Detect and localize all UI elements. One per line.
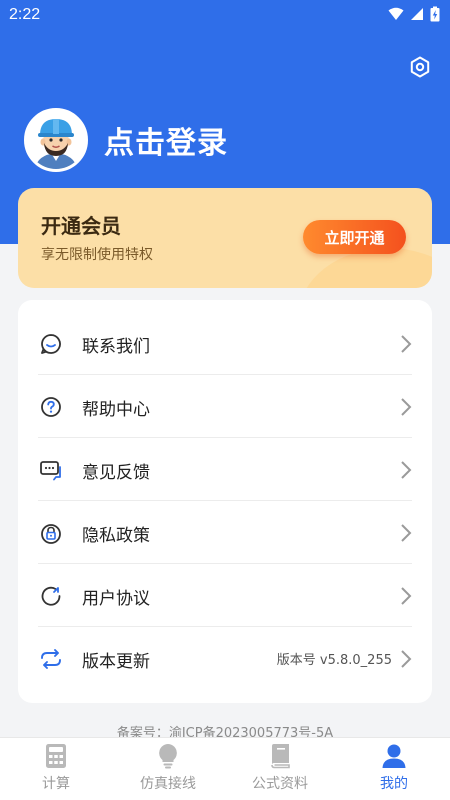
login-label[interactable]: 点击登录 xyxy=(104,118,228,162)
vip-subtitle: 享无限制使用特权 xyxy=(41,247,153,263)
menu-label: 意见反馈 xyxy=(82,463,150,483)
status-bar: 2:22 xyxy=(0,0,450,32)
settings-button[interactable] xyxy=(405,56,435,82)
menu-label: 版本更新 xyxy=(82,652,150,672)
chat-bubble-icon xyxy=(39,332,63,356)
tab-label: 仿真接线 xyxy=(140,776,196,792)
privacy-lock-icon xyxy=(39,521,63,545)
tab-label: 我的 xyxy=(380,776,408,792)
wifi-icon xyxy=(388,7,404,21)
battery-charging-icon xyxy=(430,6,440,22)
feedback-icon xyxy=(39,458,63,482)
menu-item-version-update[interactable]: 版本更新 版本号 v5.8.0_255 xyxy=(18,627,432,690)
user-icon xyxy=(381,743,407,769)
refresh-icon xyxy=(39,647,63,671)
status-icons xyxy=(388,6,440,22)
lightbulb-icon xyxy=(155,743,181,769)
profile-screen: 2:22 点击登录 开通会员 享无限制使用特权 立即开通 联系我们 帮助中心 意… xyxy=(0,0,450,800)
tab-formula-materials[interactable]: 公式资料 xyxy=(224,738,336,800)
agreement-icon xyxy=(39,584,63,608)
menu-item-contact-us[interactable]: 联系我们 xyxy=(18,312,432,375)
chevron-right-icon xyxy=(401,650,412,668)
tab-label: 公式资料 xyxy=(252,776,308,792)
tab-mine[interactable]: 我的 xyxy=(338,738,450,800)
vip-card[interactable]: 开通会员 享无限制使用特权 立即开通 xyxy=(18,188,432,288)
login-entry[interactable]: 点击登录 xyxy=(24,108,228,172)
chevron-right-icon xyxy=(401,461,412,479)
tab-simulation-wiring[interactable]: 仿真接线 xyxy=(112,738,224,800)
signal-icon xyxy=(410,7,424,21)
menu-label: 用户协议 xyxy=(82,589,150,609)
chevron-right-icon xyxy=(401,524,412,542)
menu-item-help-center[interactable]: 帮助中心 xyxy=(18,375,432,438)
chevron-right-icon xyxy=(401,398,412,416)
book-icon xyxy=(267,743,293,769)
chevron-right-icon xyxy=(401,335,412,353)
open-vip-button[interactable]: 立即开通 xyxy=(303,220,406,254)
menu-item-feedback[interactable]: 意见反馈 xyxy=(18,438,432,501)
status-time: 2:22 xyxy=(9,6,41,23)
menu-item-user-agreement[interactable]: 用户协议 xyxy=(18,564,432,627)
menu-list: 联系我们 帮助中心 意见反馈 隐私政策 用户协议 版本更新 版本号 v5.8.0… xyxy=(18,300,432,703)
menu-label: 帮助中心 xyxy=(82,400,150,420)
version-number: 版本号 v5.8.0_255 xyxy=(276,653,392,668)
vip-title: 开通会员 xyxy=(41,214,121,238)
avatar[interactable] xyxy=(24,108,88,172)
menu-label: 联系我们 xyxy=(82,337,150,357)
tab-calculate[interactable]: 计算 xyxy=(0,738,112,800)
chevron-right-icon xyxy=(401,587,412,605)
vip-card-decoration xyxy=(298,248,432,288)
bottom-tab-bar: 计算 仿真接线 公式资料 我的 xyxy=(0,737,450,800)
help-circle-icon xyxy=(39,395,63,419)
gear-icon xyxy=(408,55,432,83)
menu-item-privacy-policy[interactable]: 隐私政策 xyxy=(18,501,432,564)
calculator-icon xyxy=(43,743,69,769)
menu-label: 隐私政策 xyxy=(82,526,150,546)
tab-label: 计算 xyxy=(42,776,70,792)
